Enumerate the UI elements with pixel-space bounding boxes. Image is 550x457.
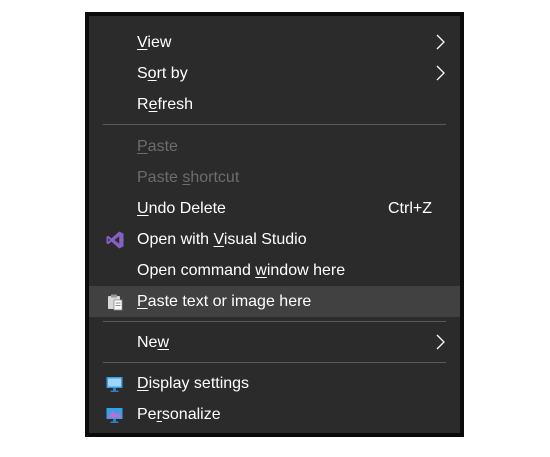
menu-item-open-command-window[interactable]: Open command window here (89, 255, 460, 286)
menu-item-paste: Paste (89, 131, 460, 162)
chevron-right-icon (436, 65, 445, 81)
menu-item-label: Personalize (137, 405, 221, 423)
menu-item-paste-shortcut: Paste shortcut (89, 162, 460, 193)
menu-item-refresh[interactable]: Refresh (89, 89, 460, 120)
clipboard-paste-icon (108, 294, 123, 311)
chevron-right-icon (436, 34, 445, 50)
menu-item-new[interactable]: New (89, 327, 460, 358)
menu-separator (103, 321, 446, 322)
menu-item-label: Sort by (137, 64, 188, 82)
menu-item-undo-delete[interactable]: Undo Delete Ctrl+Z (89, 193, 460, 224)
menu-item-label: Open with Visual Studio (137, 230, 307, 248)
menu-item-label: Undo Delete (137, 199, 226, 217)
chevron-right-icon (436, 334, 445, 350)
keyboard-shortcut: Ctrl+Z (388, 199, 432, 217)
menu-item-personalize[interactable]: Personalize (89, 399, 460, 430)
menu-item-label: Display settings (137, 374, 250, 392)
menu-item-label: Open command window here (137, 261, 346, 279)
menu-item-label: New (137, 333, 170, 351)
menu-separator (103, 124, 446, 125)
menu-item-label: Paste shortcut (137, 168, 240, 186)
menu-item-open-with-visual-studio[interactable]: Open with Visual Studio (89, 224, 460, 255)
menu-item-sort-by[interactable]: Sort by (89, 58, 460, 89)
menu-item-label: View (137, 33, 172, 51)
visual-studio-icon (106, 231, 124, 249)
desktop-context-menu: View Sort by Refresh Paste Paste shortcu… (85, 12, 464, 437)
personalize-icon (106, 408, 123, 423)
menu-item-paste-text-or-image[interactable]: Paste text or image here (89, 286, 460, 317)
menu-item-display-settings[interactable]: Display settings (89, 368, 460, 399)
menu-item-label: Refresh (137, 95, 194, 113)
menu-item-label: Paste (137, 137, 178, 155)
menu-item-view[interactable]: View (89, 27, 460, 58)
display-settings-icon (106, 377, 123, 392)
menu-item-label: Paste text or image here (137, 292, 312, 310)
menu-separator (103, 362, 446, 363)
